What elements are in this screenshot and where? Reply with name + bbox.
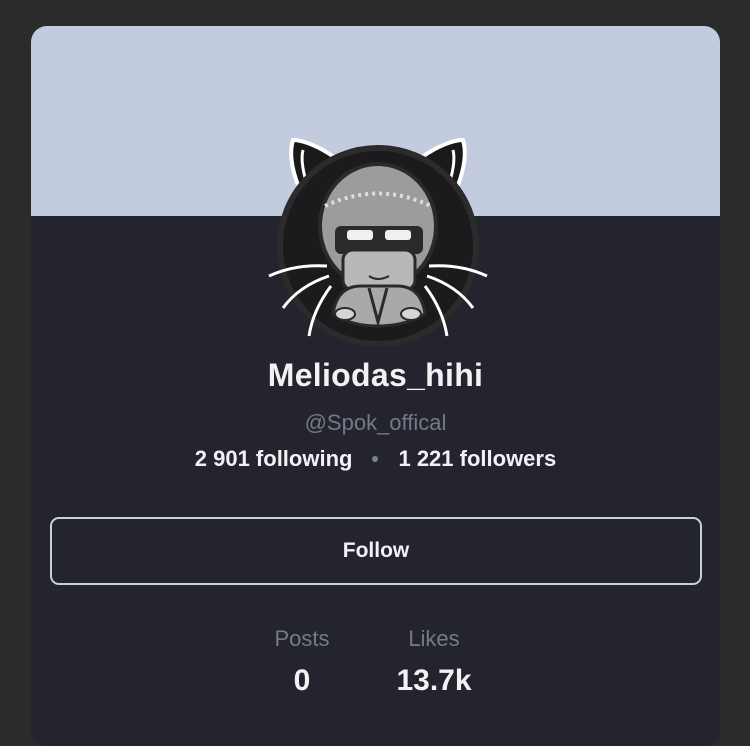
posts-label: Posts [274,626,330,651]
profile-username: Meliodas_hihi [267,357,484,393]
following-count[interactable]: 2 901 following [195,446,353,472]
profile-card: Meliodas_hihi @Spok_offical 2 901 follow… [31,26,720,746]
posts-metric[interactable]: Posts 0 [242,626,362,698]
likes-metric[interactable]: Likes 13.7k [374,626,494,698]
follow-stats: 2 901 following 1 221 followers [31,446,720,472]
separator-dot [372,456,379,462]
avatar[interactable] [265,126,491,346]
follow-button[interactable]: Follow [50,517,702,585]
cat-ninja-avatar-icon [268,137,488,346]
followers-count[interactable]: 1 221 followers [398,446,556,472]
posts-value: 0 [293,664,311,697]
likes-label: Likes [408,626,460,651]
likes-value: 13.7k [396,664,472,697]
profile-handle: @Spok_offical [304,410,447,435]
